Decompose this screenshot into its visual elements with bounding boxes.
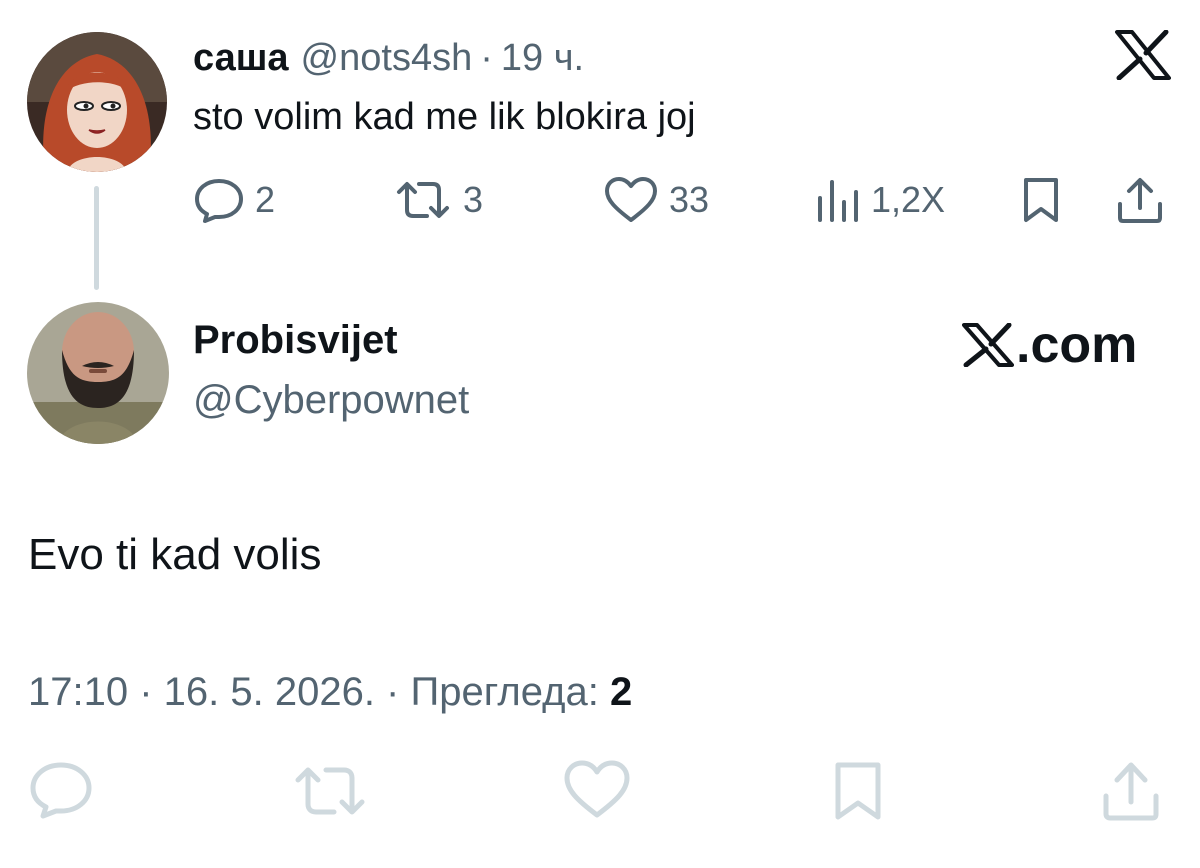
bookmark-button[interactable]	[1021, 170, 1061, 230]
reply-icon	[28, 760, 94, 820]
reply-icon	[193, 176, 245, 224]
share-button[interactable]	[1115, 170, 1165, 230]
tweet-timestamp[interactable]: 17:10 · 16. 5. 2026. · Прегледа:	[28, 670, 599, 714]
repost-icon	[393, 176, 453, 224]
tweet-views-count: 2	[609, 670, 633, 714]
parent-tweet-text: sto volim kad me lik blokira joj	[193, 96, 696, 138]
parent-handle[interactable]: @nots4sh	[301, 37, 473, 80]
repost-count: 3	[463, 179, 484, 220]
bookmark-icon	[832, 760, 884, 822]
parent-avatar[interactable]	[27, 32, 167, 172]
repost-button[interactable]	[290, 760, 370, 822]
thread-connector-line	[94, 186, 99, 290]
parent-display-name[interactable]: саша	[193, 37, 289, 80]
main-avatar[interactable]	[27, 302, 169, 444]
bookmark-icon	[1021, 176, 1061, 224]
reply-button[interactable]	[28, 760, 94, 820]
main-handle[interactable]: @Cyberpownet	[193, 378, 469, 423]
watermark-label: .com	[1016, 316, 1138, 374]
views-icon	[815, 176, 861, 224]
like-count: 33	[669, 179, 710, 220]
repost-icon	[290, 760, 370, 822]
views-button[interactable]: 1,2X	[815, 170, 945, 230]
like-button[interactable]: 33	[603, 170, 709, 230]
parent-time-ago[interactable]: 19 ч.	[501, 37, 584, 80]
heart-icon	[603, 176, 659, 224]
parent-tweet-header: саша @nots4sh · 19 ч.	[193, 30, 584, 86]
reply-count: 2	[255, 179, 276, 220]
main-display-name[interactable]: Probisvijet	[193, 318, 398, 363]
share-button[interactable]	[1100, 760, 1162, 822]
x-logo-icon	[1115, 29, 1171, 81]
heart-icon	[563, 760, 631, 820]
repost-button[interactable]: 3	[393, 170, 483, 230]
share-icon	[1100, 760, 1162, 822]
main-tweet-text: Evo ti kad volis	[28, 530, 322, 579]
share-icon	[1115, 176, 1165, 224]
main-action-bar	[0, 760, 1200, 840]
bookmark-button[interactable]	[832, 760, 884, 822]
x-logo-icon	[962, 322, 1014, 368]
parent-action-bar: 2 3 33 1,2X	[193, 170, 1173, 230]
reply-button[interactable]: 2	[193, 170, 275, 230]
like-button[interactable]	[563, 760, 631, 820]
separator-dot: ·	[480, 36, 493, 79]
tweet-meta-line: 17:10 · 16. 5. 2026. · Прегледа: 2	[28, 670, 632, 715]
x-com-watermark: .com	[962, 313, 1137, 377]
views-count: 1,2X	[871, 179, 946, 220]
